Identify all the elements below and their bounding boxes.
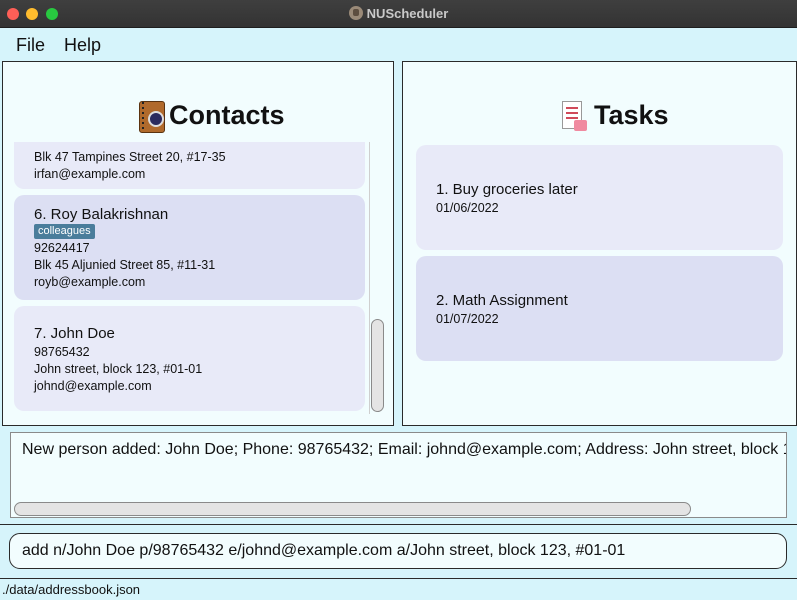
contact-name: 6. Roy Balakrishnan — [34, 206, 169, 223]
contact-card[interactable]: 7. John Doe 98765432 John street, block … — [14, 306, 365, 411]
command-input-value: add n/John Doe p/98765432 e/johnd@exampl… — [22, 542, 626, 559]
window-title: NUScheduler — [0, 6, 797, 21]
contacts-header: Contacts — [13, 72, 385, 142]
contact-address: Blk 45 Aljunied Street 85, #11-31 — [34, 258, 216, 272]
checklist-badge — [574, 120, 587, 131]
checklist-line — [566, 107, 578, 109]
task-date: 01/07/2022 — [436, 312, 499, 326]
contact-email: irfan@example.com — [34, 167, 146, 181]
result-message: New person added: John Doe; Phone: 98765… — [22, 441, 786, 458]
contact-phone: 98765432 — [34, 345, 90, 359]
contact-phone: 92624417 — [34, 241, 90, 255]
status-bar: ./data/addressbook.json — [0, 578, 797, 600]
contacts-scrollbar-thumb[interactable] — [371, 319, 384, 412]
checklist-line — [566, 117, 578, 119]
window-title-text: NUScheduler — [366, 6, 449, 21]
address-book-icon — [139, 101, 165, 133]
checklist-icon — [559, 101, 589, 133]
menu-file[interactable]: File — [16, 35, 45, 56]
contacts-title: Contacts — [169, 100, 285, 130]
task-name: 1. Buy groceries later — [436, 181, 578, 198]
command-input[interactable]: add n/John Doe p/98765432 e/johnd@exampl… — [9, 533, 787, 569]
contacts-list[interactable]: Blk 47 Tampines Street 20, #17-35 irfan@… — [13, 142, 387, 422]
contact-email: johnd@example.com — [34, 379, 152, 393]
menu-bar: File Help — [0, 28, 797, 61]
task-card[interactable]: 1. Buy groceries later 01/06/2022 — [416, 145, 783, 250]
result-scrollbar-thumb[interactable] — [14, 502, 691, 516]
contact-address: Blk 47 Tampines Street 20, #17-35 — [34, 150, 226, 164]
contact-address: John street, block 123, #01-01 — [34, 362, 203, 376]
app-window: NUScheduler File Help Contacts Blk 47 Ta… — [0, 0, 797, 600]
checklist-line — [566, 112, 578, 114]
task-name: 2. Math Assignment — [436, 292, 568, 309]
divider — [0, 524, 797, 525]
task-card[interactable]: 2. Math Assignment 01/07/2022 — [416, 256, 783, 361]
menu-help[interactable]: Help — [64, 35, 101, 56]
contact-card[interactable]: Blk 47 Tampines Street 20, #17-35 irfan@… — [14, 142, 365, 189]
contact-name: 7. John Doe — [34, 325, 115, 342]
result-display[interactable]: New person added: John Doe; Phone: 98765… — [10, 432, 787, 518]
title-bar[interactable]: NUScheduler — [0, 0, 797, 28]
contact-tag: colleagues — [34, 224, 95, 239]
tasks-panel: Tasks 1. Buy groceries later 01/06/2022 … — [402, 61, 797, 426]
tasks-header: Tasks — [413, 72, 785, 142]
save-location: ./data/addressbook.json — [2, 582, 141, 597]
contacts-panel: Contacts Blk 47 Tampines Street 20, #17-… — [2, 61, 394, 426]
contact-email: royb@example.com — [34, 275, 146, 289]
tasks-title: Tasks — [594, 100, 669, 130]
app-logo-icon — [348, 6, 363, 20]
contact-card[interactable]: 6. Roy Balakrishnan colleagues 92624417 … — [14, 195, 365, 300]
task-date: 01/06/2022 — [436, 201, 499, 215]
